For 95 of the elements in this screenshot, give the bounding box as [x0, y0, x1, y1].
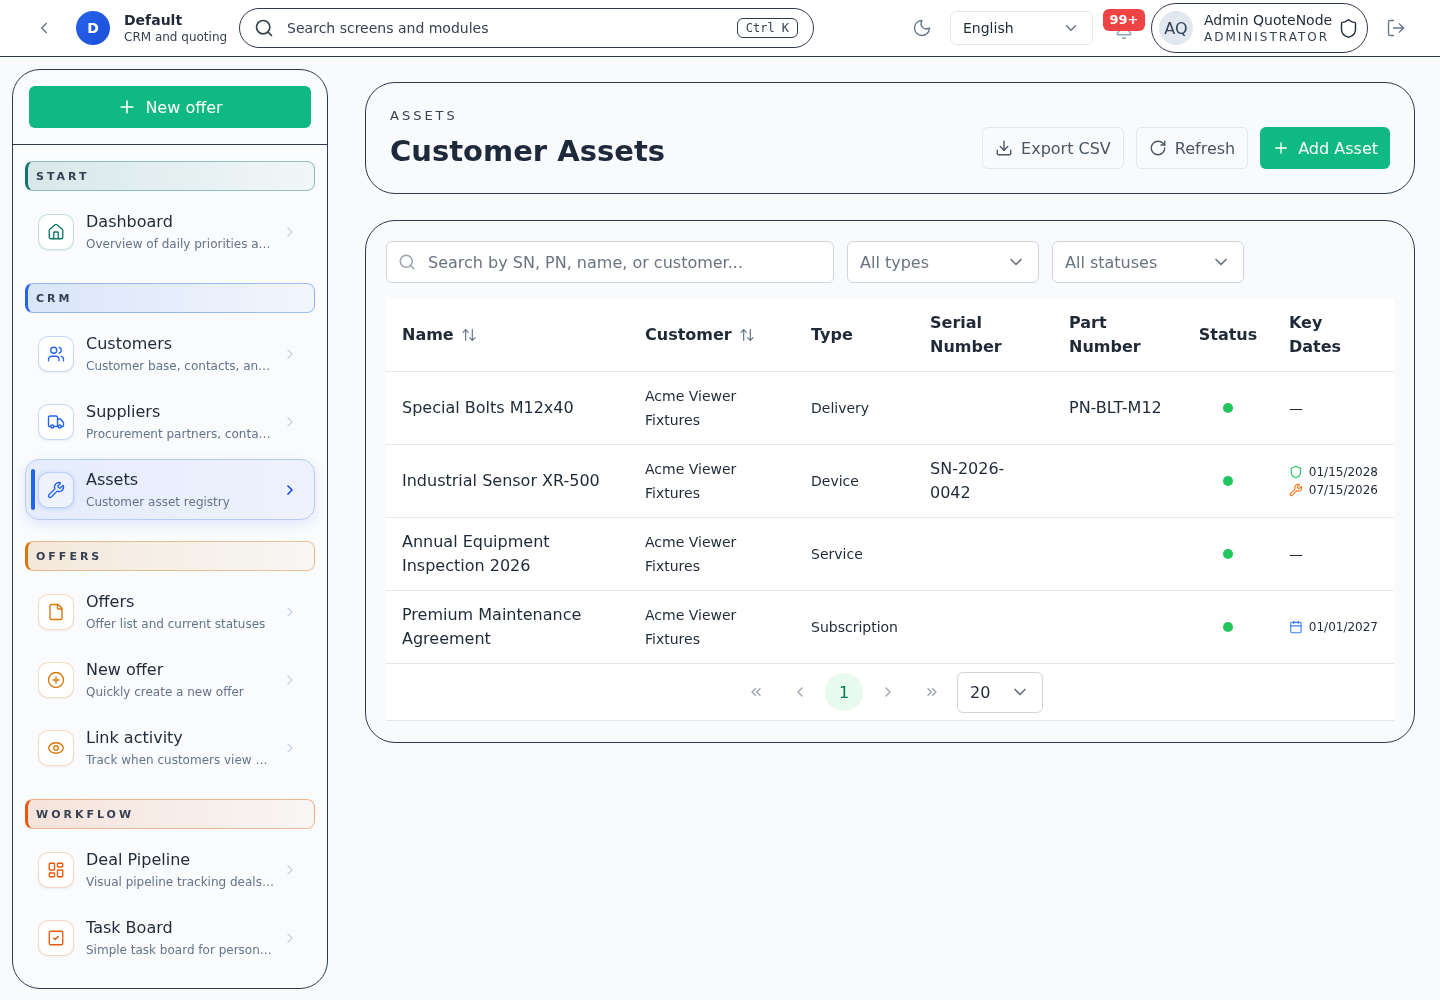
shield-icon — [1289, 464, 1303, 480]
table-cell-text: PN-BLT-M12 — [1068, 397, 1163, 419]
calendar-icon — [1289, 619, 1303, 635]
key-date: 07/15/2026 — [1308, 482, 1378, 499]
user-name: Admin QuoteNode — [1204, 11, 1334, 29]
shield-icon — [1338, 17, 1359, 39]
key-date: 01/01/2027 — [1308, 619, 1378, 636]
checkbox-icon — [38, 919, 74, 956]
column-header: Type — [811, 324, 853, 346]
nav-item-title: Dashboard — [86, 211, 174, 232]
search-icon — [398, 253, 416, 271]
page-button[interactable]: 1 — [825, 673, 863, 711]
user-avatar: AQ — [1159, 11, 1193, 45]
nav-item[interactable]: Assets Customer asset registry — [25, 459, 315, 520]
table-cell-text: Acme Viewer Fixtures — [644, 606, 738, 649]
section-header: START — [25, 161, 315, 191]
nav-item[interactable]: Offers Offer list and current statuses — [25, 581, 315, 642]
nav-item-title: Customers — [86, 333, 174, 354]
sort-header-button[interactable]: Customer — [645, 323, 755, 347]
nav-item-title: Link activity — [86, 727, 184, 748]
nav-item[interactable]: Task Board Simple task board for person… — [25, 907, 315, 968]
status-select[interactable]: All statuses — [1052, 241, 1244, 283]
table-cell-text: Delivery — [810, 399, 871, 418]
section-header: CRM — [25, 283, 315, 313]
table-cell-text: Industrial Sensor XR-500 — [401, 470, 601, 492]
nav-item[interactable]: Deal Pipeline Visual pipeline tracking deals… — [25, 839, 315, 900]
grid-icon — [38, 851, 74, 888]
user-menu[interactable]: AQ Admin QuoteNode ADMINISTRATOR — [1151, 3, 1368, 53]
nav-item-title: New offer — [86, 659, 165, 680]
wrench-icon — [1289, 482, 1303, 498]
logout-icon — [1386, 18, 1406, 38]
nav-item-title: Deal Pipeline — [86, 849, 192, 870]
notification-badge: 99+ — [1103, 9, 1145, 31]
nav-item[interactable]: Suppliers Procurement partners, conta… — [25, 391, 315, 452]
empty-value: — — [1289, 400, 1303, 416]
nav-item-description: Customer asset registry — [86, 493, 231, 510]
home-icon — [38, 213, 74, 250]
truck-icon — [38, 403, 74, 440]
table-cell-text: SN-2026-0042 — [929, 458, 1006, 504]
eye-icon — [38, 729, 74, 766]
language-select[interactable]: English — [950, 11, 1093, 45]
workspace-subtitle: CRM and quoting — [124, 28, 228, 45]
refresh-icon — [1148, 139, 1167, 157]
section-header: OFFERS — [25, 541, 315, 571]
download-icon — [995, 139, 1014, 157]
table-cell-text: Service — [810, 545, 864, 564]
nav-item-description: Customer base, contacts, an… — [86, 357, 270, 374]
nav-item-description: Overview of daily priorities a… — [86, 235, 270, 252]
workspace-logo: D — [76, 11, 110, 45]
section-header: WORKFLOW — [25, 799, 315, 829]
column-header: Key Dates — [1289, 312, 1343, 358]
workspace-name: Default — [124, 11, 184, 29]
nav-item-title: Assets — [86, 469, 140, 490]
sort-icon — [460, 327, 477, 343]
table-cell-text: Annual Equipment Inspection 2026 — [401, 531, 551, 577]
nav-item-description: Quickly create a new offer — [86, 683, 245, 700]
table-cell-text: Subscription — [810, 618, 899, 637]
export-button[interactable]: Export CSV — [982, 127, 1124, 169]
wrench-icon — [38, 471, 74, 508]
nav-item[interactable]: Dashboard Overview of daily priorities a… — [25, 201, 315, 262]
moon-icon — [912, 18, 932, 38]
column-header: Status — [1198, 324, 1258, 346]
refresh-button[interactable]: Refresh — [1135, 127, 1249, 169]
search-icon — [254, 18, 275, 38]
sort-header-button[interactable]: Name — [402, 323, 477, 347]
page-title: Customer Assets — [390, 133, 666, 169]
nav-item-description: Simple task board for person… — [86, 941, 270, 958]
nav-item[interactable]: Link activity Track when customers view … — [25, 717, 315, 778]
table-cell-text: Acme Viewer Fixtures — [644, 460, 738, 503]
nav-item-title: Suppliers — [86, 401, 162, 422]
nav-item-title: Offers — [86, 591, 136, 612]
empty-value: — — [1289, 546, 1303, 562]
page-eyebrow: ASSETS — [390, 108, 459, 124]
table-cell-text: Special Bolts M12x40 — [401, 397, 575, 419]
bell-icon[interactable] — [1115, 31, 1133, 40]
page-size-select[interactable]: 20 — [957, 671, 1043, 713]
nav-item-description: Procurement partners, conta… — [86, 425, 270, 442]
table-cell-text: Premium Maintenance Agreement — [401, 604, 583, 650]
table-cell-text: Acme Viewer Fixtures — [644, 387, 738, 430]
type-select[interactable]: All types — [847, 241, 1039, 283]
table-cell-text: Device — [810, 472, 860, 491]
nav-item[interactable]: Customers Customer base, contacts, an… — [25, 323, 315, 384]
nav-item-description: Track when customers view … — [86, 751, 269, 768]
column-header: Serial Number — [930, 312, 1003, 358]
sort-icon — [738, 327, 755, 343]
table-cell-text: Acme Viewer Fixtures — [644, 533, 738, 576]
key-date: 01/15/2028 — [1308, 464, 1378, 481]
user-role: ADMINISTRATOR — [1204, 29, 1331, 45]
column-header: Part Number — [1069, 312, 1142, 358]
nav-item-title: Task Board — [86, 917, 174, 938]
nav-item-description: Offer list and current statuses — [86, 615, 267, 632]
users-icon — [38, 335, 74, 372]
nav-item[interactable]: New offer Quickly create a new offer — [25, 649, 315, 710]
document-icon — [38, 593, 74, 630]
shortcut-hint: Ctrl K — [736, 18, 799, 38]
